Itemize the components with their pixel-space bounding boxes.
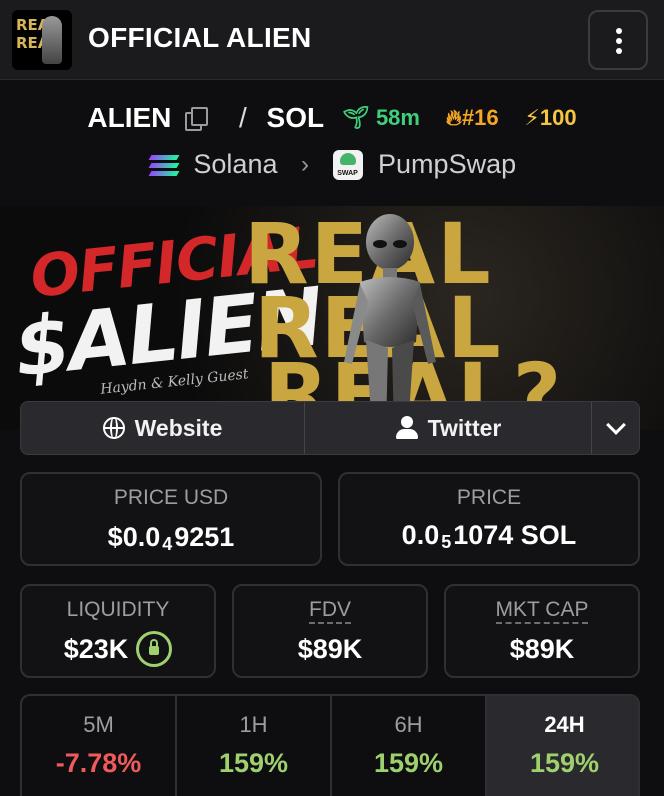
lock-icon[interactable] — [136, 630, 173, 667]
website-label: Website — [134, 414, 223, 441]
twitter-button[interactable]: Twitter — [306, 402, 592, 454]
website-button[interactable]: Website — [21, 402, 305, 454]
boost-badge[interactable]: ⚡︎100 — [524, 105, 576, 131]
pair-age: 🌱︎ 58m — [342, 105, 420, 131]
more-links-button[interactable] — [593, 402, 639, 454]
chevron-right-icon: › — [301, 150, 309, 178]
dex-name[interactable]: PumpSwap — [378, 149, 516, 180]
tab-change: -7.78% — [55, 748, 142, 778]
tab-1h[interactable]: 1H 159% — [177, 696, 332, 796]
market-cap-label: MKT CAP — [446, 598, 638, 624]
price-usd-card: PRICE USD $0.0 49251 — [20, 472, 322, 566]
market-cap-card[interactable]: MKT CAP $89K — [444, 584, 640, 678]
base-symbol: ALIEN — [87, 101, 172, 133]
user-icon — [395, 416, 418, 440]
chain-name[interactable]: Solana — [193, 149, 277, 180]
fdv-label: FDV — [234, 598, 426, 624]
timeframe-tabs: 5M -7.78% 1H 159% 6H 159% 24H 159% — [20, 694, 640, 796]
tab-change: 159% — [529, 748, 600, 778]
pair-info: ALIEN / SOL 🌱︎ 58m 🔥︎#16 ⚡︎100 — [0, 100, 664, 142]
tab-label: 24H — [544, 712, 585, 737]
alien-figure-icon — [344, 214, 436, 430]
tab-label: 6H — [394, 712, 423, 737]
more-options-button[interactable] — [588, 10, 648, 70]
top-bar: REAL REAL OFFICIAL ALIEN — [0, 0, 664, 80]
token-logo: REAL REAL — [12, 10, 72, 70]
tab-6h[interactable]: 6H 159% — [332, 696, 487, 796]
liquidity-value: $23K — [22, 630, 214, 667]
tab-change: 159% — [373, 748, 444, 778]
price-native-card: PRICE 0.0 51074 SOL — [338, 472, 640, 566]
pair-age-value: 58m — [375, 104, 420, 130]
chevron-down-icon — [606, 415, 626, 435]
token-title: OFFICIAL ALIEN — [88, 22, 312, 53]
twitter-label: Twitter — [427, 414, 502, 441]
solana-icon — [148, 153, 180, 177]
liquidity-card: LIQUIDITY $23K — [20, 584, 216, 678]
lightning-icon: ⚡︎ — [524, 104, 540, 130]
flame-icon: 🔥︎ — [445, 104, 462, 130]
price-usd-label: PRICE USD — [113, 486, 229, 509]
price-native-value: 0.0 51074 SOL — [401, 520, 577, 552]
pair-separator: / — [238, 101, 247, 133]
tab-label: 5M — [83, 712, 114, 737]
quote-symbol: SOL — [266, 101, 325, 133]
seedling-icon: 🌱︎ — [341, 104, 370, 130]
dex-badge-text: SWAP — [337, 169, 358, 177]
liquidity-label: LIQUIDITY — [66, 598, 170, 621]
tab-24h[interactable]: 24H 159% — [487, 696, 638, 796]
tab-5m[interactable]: 5M -7.78% — [22, 696, 177, 796]
chain-dex-breadcrumb: Solana › SWAP PumpSwap — [0, 148, 664, 184]
copy-icon[interactable] — [185, 106, 209, 131]
price-native-label: PRICE — [456, 486, 522, 509]
social-links-bar: Website Twitter — [20, 401, 640, 455]
boost-value: 100 — [539, 104, 577, 130]
globe-icon — [102, 417, 125, 439]
tab-label: 1H — [239, 712, 268, 737]
tab-change: 159% — [218, 748, 289, 778]
token-banner-image: OFFICIAL $ALIEN REAL REAL REAL? Haydn & … — [0, 206, 664, 430]
fdv-card[interactable]: FDV $89K — [232, 584, 428, 678]
trending-rank[interactable]: 🔥︎#16 — [446, 105, 499, 131]
price-usd-value: $0.0 49251 — [107, 522, 235, 554]
kebab-menu-icon — [616, 28, 622, 34]
trending-rank-value: #16 — [461, 104, 499, 130]
market-cap-value: $89K — [509, 634, 575, 664]
fdv-value: $89K — [297, 634, 363, 664]
pumpswap-icon: SWAP — [332, 149, 363, 180]
